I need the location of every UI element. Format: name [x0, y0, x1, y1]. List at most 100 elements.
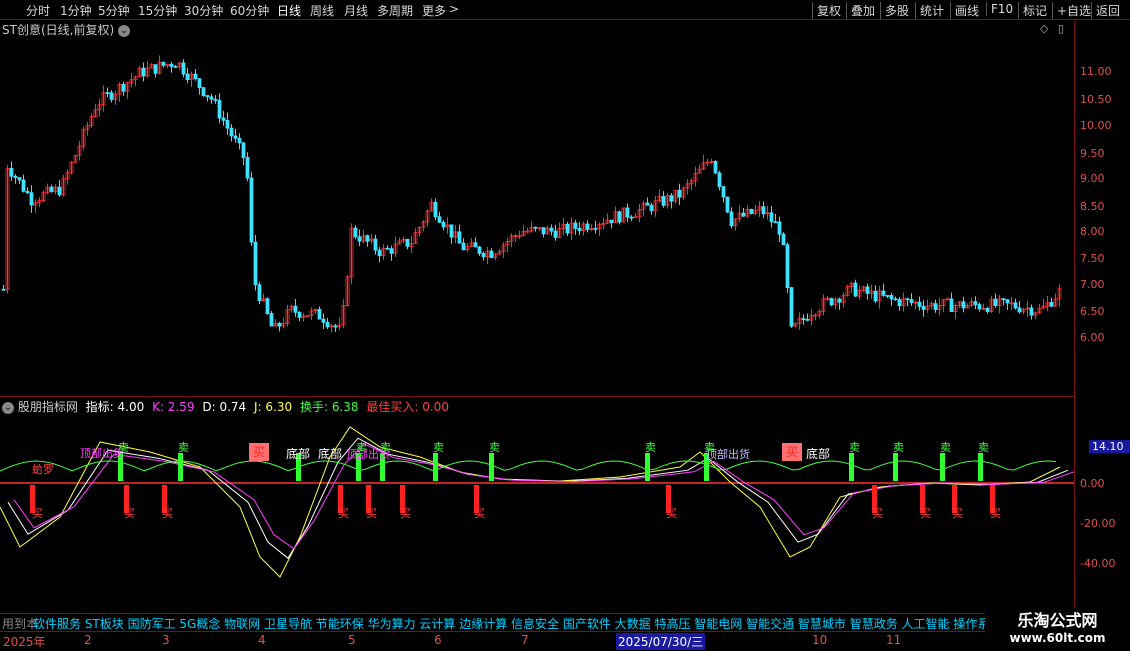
- fuquan-button[interactable]: 复权: [812, 2, 841, 19]
- candle-body: [353, 227, 358, 238]
- tab-15min[interactable]: 15分钟: [138, 2, 177, 19]
- candle-body: [317, 309, 322, 320]
- buy-label: 买: [124, 507, 135, 520]
- candle-body: [729, 211, 734, 227]
- candle-body: [853, 282, 858, 297]
- candle-body: [717, 172, 722, 188]
- back-button[interactable]: 返回: [1091, 2, 1120, 19]
- candle-body: [333, 325, 338, 328]
- buy-label: 买: [990, 507, 1001, 520]
- bottom-label: 底部: [286, 447, 311, 461]
- candle-body: [141, 67, 146, 77]
- candle-body: [181, 62, 186, 75]
- candle-body: [277, 322, 282, 327]
- buy-label: 买: [872, 507, 883, 520]
- buy-label: 买: [952, 507, 963, 520]
- watermark: 乐淘公式网 www.60lt.com: [985, 607, 1130, 650]
- tab-weekly[interactable]: 周线: [310, 2, 334, 19]
- year-label: 2025年: [3, 635, 46, 649]
- candle-body: [105, 92, 110, 95]
- candle-body: [253, 241, 258, 286]
- candle-body: [293, 305, 298, 313]
- sell-label: 卖: [178, 441, 189, 454]
- candle-body: [109, 92, 114, 100]
- bottom-label: 底部: [318, 447, 343, 461]
- candle-body: [185, 73, 190, 80]
- candle-body: [193, 73, 198, 80]
- candle-body: [1, 288, 6, 291]
- buy-label: 买: [338, 507, 349, 520]
- sell-bar: [893, 453, 898, 481]
- candle-body: [49, 186, 54, 192]
- candle-body: [209, 96, 214, 100]
- candle-body: [781, 233, 786, 246]
- sector-list[interactable]: 软件服务 ST板块 国防军工 5G概念 物联网 卫星导航 节能环保 华为算力 云…: [33, 615, 1001, 632]
- candle-body: [993, 298, 998, 306]
- candle-body: [829, 298, 834, 306]
- candle-body: [549, 227, 554, 232]
- overlay-button[interactable]: 叠加: [846, 2, 875, 19]
- tab-fenshi[interactable]: 分时: [26, 2, 50, 19]
- date-axis: 2025年 2 3 4 5 6 7 2025/07/30/三 10 11: [0, 631, 985, 651]
- candle-body: [357, 236, 362, 242]
- candle-body: [785, 244, 790, 289]
- bottom-x-label: 蛤罗: [32, 463, 54, 476]
- draw-line-button[interactable]: 画线: [950, 2, 979, 19]
- candle-body: [257, 284, 262, 301]
- candle-body: [645, 202, 650, 206]
- chevron-right-icon[interactable]: >: [449, 2, 459, 16]
- f10-button[interactable]: F10: [986, 2, 1013, 16]
- candle-body: [1001, 298, 1006, 301]
- tab-multi-period[interactable]: 多周期: [377, 2, 413, 19]
- candle-body: [661, 196, 666, 206]
- sell-bar: [645, 453, 650, 481]
- candle-body: [889, 295, 894, 300]
- candle-body: [725, 196, 730, 213]
- tab-daily[interactable]: 日线: [277, 2, 301, 19]
- buy-label: 买: [32, 507, 43, 520]
- candle-body: [837, 298, 842, 303]
- candle-body: [677, 189, 682, 198]
- candle-body: [769, 212, 774, 223]
- candle-body: [29, 192, 34, 206]
- sell-label: 卖: [893, 441, 904, 454]
- candle-body: [385, 247, 390, 250]
- buy-label: 买: [474, 507, 485, 520]
- candle-body: [905, 298, 910, 301]
- tab-1min[interactable]: 1分钟: [60, 2, 92, 19]
- sell-bar: [178, 453, 183, 481]
- candle-body: [777, 221, 782, 235]
- candle-body: [917, 301, 922, 307]
- tab-5min[interactable]: 5分钟: [98, 2, 130, 19]
- candle-body: [749, 208, 754, 214]
- mark-button[interactable]: 标记: [1018, 2, 1047, 19]
- candle-body: [161, 61, 166, 66]
- sector-status-bar: 用到本 软件服务 ST板块 国防军工 5G概念 物联网 卫星导航 节能环保 华为…: [0, 613, 1001, 631]
- candle-body: [225, 119, 230, 129]
- tab-30min[interactable]: 30分钟: [184, 2, 223, 19]
- tab-monthly[interactable]: 月线: [344, 2, 368, 19]
- sell-bar: [978, 453, 983, 481]
- candle-body: [773, 221, 778, 224]
- candle-body: [321, 318, 326, 323]
- buy-label: 买: [162, 507, 173, 520]
- candle-body: [169, 63, 174, 67]
- add-watchlist-button[interactable]: +自选: [1052, 2, 1091, 19]
- sell-label: 卖: [433, 441, 444, 454]
- tab-more[interactable]: 更多: [422, 2, 446, 19]
- candle-body: [389, 248, 394, 254]
- watermark-title: 乐淘公式网: [1017, 611, 1098, 630]
- candle-body: [625, 207, 630, 218]
- candle-body: [9, 167, 14, 177]
- candle-body: [761, 206, 766, 215]
- tab-60min[interactable]: 60分钟: [230, 2, 269, 19]
- candle-body: [565, 223, 570, 234]
- candle-body: [893, 298, 898, 301]
- indicator-chart[interactable]: [0, 397, 1074, 611]
- candlestick-chart[interactable]: [0, 20, 1074, 396]
- candle-body: [789, 287, 794, 327]
- multi-stock-button[interactable]: 多股: [880, 2, 909, 19]
- stats-button[interactable]: 统计: [915, 2, 944, 19]
- buy-box: 买: [782, 443, 803, 461]
- candle-body: [973, 301, 978, 306]
